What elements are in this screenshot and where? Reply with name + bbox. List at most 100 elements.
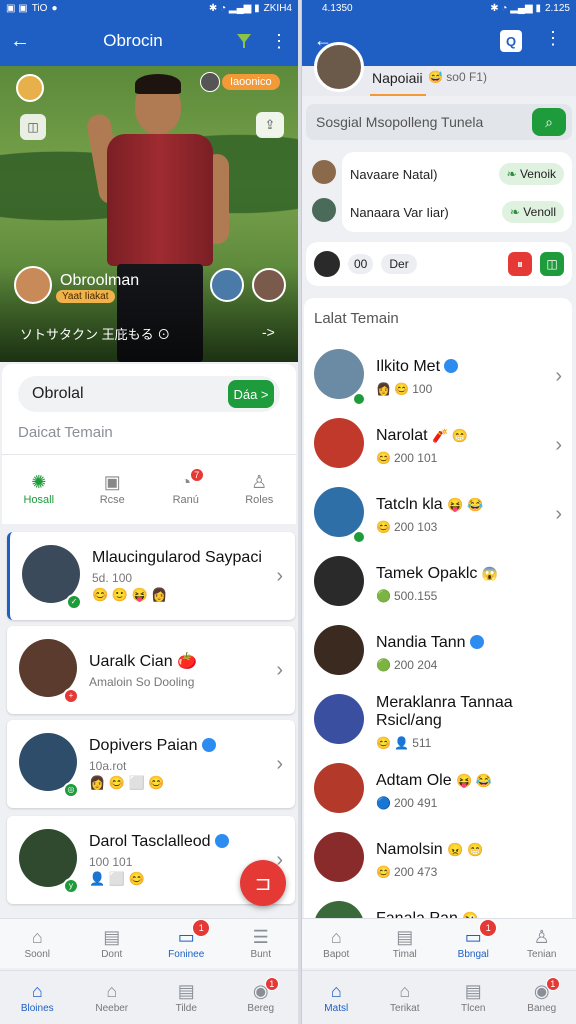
name-emojis: 😠 😁	[447, 841, 484, 857]
tab-roles[interactable]: ♙ Roles	[229, 472, 289, 506]
follow-button[interactable]: ❧ Venoll	[501, 201, 564, 223]
hub-icon: ✺	[31, 472, 47, 492]
home-icon: ⌂	[330, 981, 342, 1001]
chevron-right-icon[interactable]: ›	[555, 434, 562, 457]
leaf-icon: ❧	[506, 167, 520, 181]
nav-matsl[interactable]: ⌂ Matsl	[304, 981, 368, 1014]
grid-icon[interactable]: ◫	[540, 252, 564, 276]
search-bar[interactable]: Obrolal Dáa >	[18, 376, 280, 412]
viewer-avatar-1[interactable]	[210, 268, 244, 302]
nav-terikat[interactable]: ⌂ Terikat	[373, 981, 437, 1014]
nav-baneg[interactable]: ◉ 1 Baneg	[510, 977, 574, 1014]
mute-icon[interactable]: ◫	[20, 114, 46, 140]
share-icon[interactable]: ⇪	[256, 112, 284, 138]
nav-badge: 1	[264, 977, 279, 991]
group-row[interactable]: 00 Der ⏸ ◫	[306, 242, 572, 286]
friend-sub: 200 204	[393, 657, 438, 672]
conversation-item[interactable]: + Uaralk Cian 🍅 Amaloin So Dooling ›	[7, 626, 295, 714]
name-emojis: 🧨 😁	[432, 427, 469, 443]
tab-ranu[interactable]: ◔ 7 Ranú	[156, 468, 216, 506]
nav-bereg[interactable]: ◉ 1 Bereg	[229, 977, 293, 1014]
chevron-right-icon[interactable]: ›	[555, 503, 562, 526]
section-title: Lalat Temain	[314, 310, 399, 327]
tab-hosall[interactable]: ✺ Hosall	[9, 472, 69, 506]
nav-soonl[interactable]: ⌂ Soonl	[5, 927, 69, 960]
friend-list-item[interactable]: Namolsin 😠 😁 😊 200 473	[304, 825, 572, 894]
friend-list-item[interactable]: Meraklanra Tannaa Rsicl/ang 😊 👤 511	[304, 687, 572, 756]
conversation-item[interactable]: ✓ Mlaucingularod Saypaci 5d. 100 😊 🙂 😝 👩…	[7, 532, 295, 620]
compose-fab-button[interactable]: ⊐	[240, 860, 286, 906]
conversation-name: Mlaucingularod Saypaci	[92, 548, 262, 566]
nav-timal[interactable]: ▤ Timal	[373, 927, 437, 960]
friend-list-item[interactable]: Tatcln kla 😝 😂 😊 200 103 ›	[304, 480, 572, 549]
chevron-right-icon[interactable]: ›	[276, 659, 283, 682]
chevron-right-icon[interactable]: ›	[555, 365, 562, 388]
search-input[interactable]: Sosgial Msopolleng Tunela	[316, 114, 532, 130]
friend-sub: 200 103	[393, 519, 438, 534]
friend-list-item[interactable]: Ilkito Met 👩 😊 100 ›	[304, 342, 572, 411]
avatar	[314, 763, 364, 813]
house-icon: ⌂	[106, 981, 118, 1001]
more-vert-icon[interactable]: ⋮	[270, 31, 288, 52]
host-avatar[interactable]	[14, 266, 52, 304]
status-icon: y	[63, 877, 79, 894]
nav-tlcen[interactable]: ▤ Tlcen	[441, 981, 505, 1014]
search-card: Obrolal Dáa > Daicat Temain ✺ Hosall ▣ R…	[2, 364, 296, 524]
friend-name: Narolat	[376, 426, 428, 444]
nav-bloines[interactable]: ⌂ Bloines	[5, 981, 69, 1014]
conversation-sub: Amaloin So Dooling	[89, 675, 195, 689]
search-button[interactable]: Dáa >	[228, 380, 274, 408]
status-time: TiO	[31, 2, 48, 14]
tab-rcse[interactable]: ▣ Rcse	[82, 472, 142, 506]
avatar	[314, 832, 364, 882]
back-arrow-icon[interactable]: ←	[10, 30, 30, 53]
nav-tilde[interactable]: ▤ Tilde	[154, 981, 218, 1014]
online-status-icon: ✓	[66, 593, 82, 610]
group-count: 00	[348, 254, 374, 274]
friend-list-item[interactable]: Narolat 🧨 😁 😊 200 101 ›	[304, 411, 572, 480]
suggestion-row[interactable]: Nanaara Var Iiar) ❧ Venoll	[350, 198, 564, 226]
notes-icon: ▤	[396, 927, 414, 947]
chevron-right-icon[interactable]: ›	[276, 565, 283, 588]
host-name: Obroolman	[60, 272, 140, 289]
online-status-icon	[352, 530, 366, 544]
nav-dont[interactable]: ▤ Dont	[80, 927, 144, 960]
hero-next-arrow[interactable]: ->	[262, 324, 275, 340]
nav-bbngal[interactable]: ▭ 1 Bbngal	[441, 919, 505, 960]
chevron-right-icon[interactable]: ›	[276, 753, 283, 776]
suggestion-name: Navaare Natal)	[350, 166, 438, 182]
host-tag: Yaat Iiakat	[56, 290, 115, 303]
friend-list-item[interactable]: Adtam Ole 😝 😂 🔵 200 491	[304, 756, 572, 825]
nav-foninee[interactable]: ▭ 1 Foninee	[154, 919, 218, 960]
suggestion-avatar[interactable]	[312, 160, 336, 184]
name-emojis: 😱	[481, 565, 499, 581]
nav-neeber[interactable]: ⌂ Neeber	[80, 981, 144, 1014]
nav-bapot[interactable]: ⌂ Bapot	[304, 927, 368, 960]
hero-avatar-top-left[interactable]	[16, 74, 44, 102]
suggestion-row[interactable]: Navaare Natal) ❧ Venoik	[350, 160, 564, 188]
hero-badge[interactable]: Iaoonico	[222, 74, 280, 90]
home-icon: ⌂	[31, 981, 43, 1001]
status-bar: 4.1350 ✱ ◔ ▂▄▆ ▮ 2.125	[302, 0, 576, 16]
search-hint: Daicat Temain	[18, 424, 113, 441]
status-icons: ▣ ▣	[6, 2, 28, 14]
nav-bunt[interactable]: ☰ Bunt	[229, 927, 293, 960]
conversation-item[interactable]: ◎ Dopivers Paian 10a.rot 👩 😊 ⬜ 😊 ›	[7, 720, 295, 808]
suggestion-avatar[interactable]	[312, 198, 336, 222]
profile-avatar[interactable]	[314, 42, 364, 92]
follow-button[interactable]: ❧ Venoik	[498, 163, 564, 185]
search-input[interactable]: Obrolal	[32, 385, 228, 403]
pause-icon[interactable]: ⏸	[508, 252, 532, 276]
friend-list-item[interactable]: Tamek Opaklc 😱 🟢 500.155	[304, 549, 572, 618]
chat-search-icon[interactable]: Q	[500, 30, 522, 52]
avatar	[314, 418, 364, 468]
nav-tenian[interactable]: ♙ Tenian	[510, 927, 574, 960]
search-button[interactable]: ⌕	[532, 108, 566, 136]
friend-list-item[interactable]: Nandia Tann 🟢 200 204	[304, 618, 572, 687]
viewer-avatar-2[interactable]	[252, 268, 286, 302]
more-vert-icon[interactable]: ⋮	[544, 28, 562, 49]
profile-name: Napoiaii	[372, 70, 423, 86]
lamp-icon[interactable]	[236, 32, 252, 50]
friend-name: Meraklanra Tannaa Rsicl/ang	[376, 693, 513, 729]
verified-icon	[215, 834, 229, 849]
